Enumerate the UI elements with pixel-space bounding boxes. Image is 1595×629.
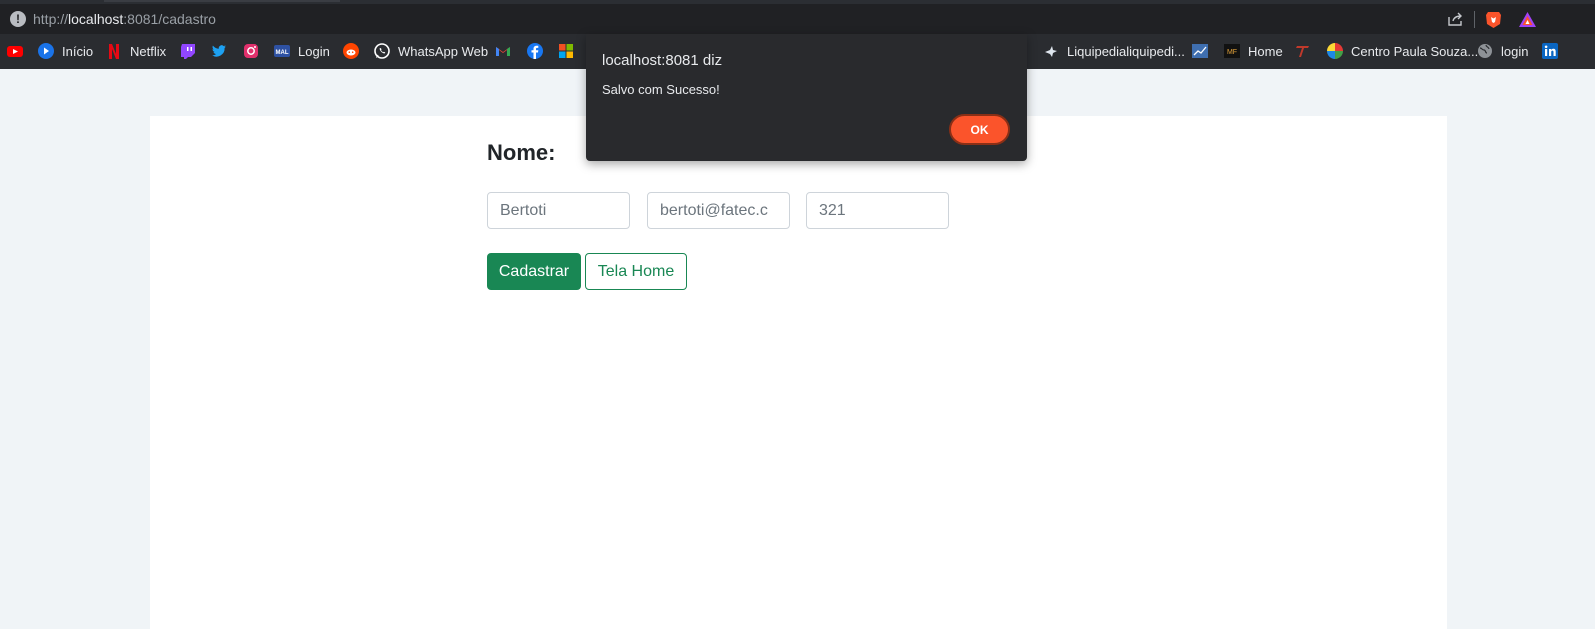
dialog-title: localhost:8081 diz xyxy=(602,52,723,69)
instagram-icon xyxy=(244,44,258,58)
cadastrar-button[interactable]: Cadastrar xyxy=(487,253,581,290)
whatsapp-icon xyxy=(374,43,390,59)
site-info-icon[interactable]: ! xyxy=(10,11,26,27)
number-input[interactable] xyxy=(806,192,949,229)
bookmark-t-logo[interactable] xyxy=(1295,42,1319,60)
bookmark-youtube[interactable] xyxy=(7,42,31,60)
brave-rewards-icon[interactable] xyxy=(1518,11,1537,28)
dialog-ok-button[interactable]: OK xyxy=(949,114,1010,145)
brave-shields-icon[interactable] xyxy=(1485,10,1502,29)
email-input[interactable] xyxy=(647,192,790,229)
svg-text:MAL: MAL xyxy=(276,50,289,56)
url-text[interactable]: http://localhost:8081/cadastro xyxy=(33,11,216,27)
bookmark-netflix[interactable]: Netflix xyxy=(106,42,166,60)
share-icon[interactable] xyxy=(1447,12,1464,26)
mf-icon: MF xyxy=(1224,44,1240,58)
t-logo-icon xyxy=(1296,46,1309,57)
netflix-icon xyxy=(109,44,119,59)
dialog-message: Salvo com Sucesso! xyxy=(602,82,720,97)
mal-icon: MAL xyxy=(274,45,290,57)
bookmark-microsoft[interactable] xyxy=(558,42,582,60)
bookmark-facebook[interactable] xyxy=(527,42,551,60)
bookmark-whatsapp[interactable]: WhatsApp Web xyxy=(374,42,488,60)
bookmark-login[interactable]: login xyxy=(1477,42,1528,60)
bookmark-liquipedia[interactable]: Liquipedialiquipedi... xyxy=(1043,42,1185,60)
bookmark-chart[interactable] xyxy=(1192,42,1216,60)
svg-text:MF: MF xyxy=(1227,49,1237,56)
bookmark-linkedin[interactable] xyxy=(1542,42,1566,60)
bookmark-reddit[interactable] xyxy=(343,42,367,60)
address-bar-separator xyxy=(1474,11,1475,28)
address-bar[interactable]: ! http://localhost:8081/cadastro xyxy=(0,4,1595,34)
bookmark-inicio[interactable]: Início xyxy=(38,42,93,60)
chart-bookmark-icon xyxy=(1192,44,1208,58)
facebook-icon xyxy=(527,43,543,59)
twitter-icon xyxy=(212,45,226,57)
bookmark-gmail[interactable] xyxy=(495,42,519,60)
gmail-icon xyxy=(496,47,510,56)
bookmark-instagram[interactable] xyxy=(243,42,267,60)
play-icon xyxy=(38,43,54,59)
tela-home-button[interactable]: Tela Home xyxy=(585,253,687,290)
bookmark-twitter[interactable] xyxy=(211,42,235,60)
cps-icon xyxy=(1327,43,1343,59)
twitch-icon xyxy=(181,44,195,59)
globe-icon xyxy=(1478,44,1492,58)
youtube-icon xyxy=(7,46,23,57)
name-input[interactable] xyxy=(487,192,630,229)
microsoft-icon xyxy=(559,44,573,58)
reddit-icon xyxy=(343,43,359,59)
active-tab-indicator xyxy=(104,0,340,2)
linkedin-icon xyxy=(1542,43,1558,59)
page-content xyxy=(150,116,1447,629)
bookmark-twitch[interactable] xyxy=(180,42,204,60)
form-title: Nome: xyxy=(487,140,556,165)
bookmark-login-mal[interactable]: MAL Login xyxy=(274,42,330,60)
bookmark-home[interactable]: MF Home xyxy=(1224,42,1283,60)
liquipedia-icon xyxy=(1045,46,1057,57)
bookmark-centro-paula-souza[interactable]: Centro Paula Souza... xyxy=(1327,42,1478,60)
